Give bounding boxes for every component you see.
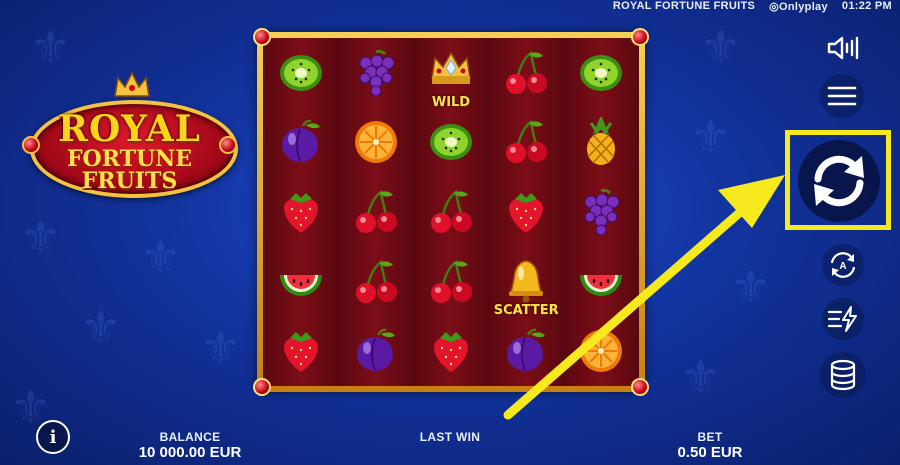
turbo-button[interactable] — [822, 298, 864, 340]
sound-button[interactable] — [822, 30, 862, 66]
info-icon: i — [49, 426, 57, 448]
pointer-arrow — [503, 175, 785, 420]
last-win-label: LAST WIN — [419, 430, 481, 444]
balance-value: 10 000.00 EUR — [138, 444, 242, 461]
bet-value: 0.50 EUR — [677, 444, 743, 461]
bet-button[interactable] — [820, 352, 866, 398]
balance-label: BALANCE — [159, 430, 221, 444]
autoplay-icon: A — [830, 252, 856, 278]
last-win-display: LAST WIN — [390, 430, 510, 445]
svg-text:A: A — [839, 261, 846, 272]
coin-stack-icon — [830, 359, 856, 391]
info-button[interactable]: i — [36, 420, 70, 454]
bet-label: BET — [697, 430, 723, 444]
balance-display: BALANCE 10 000.00 EUR — [110, 430, 270, 460]
menu-button[interactable] — [820, 74, 864, 118]
spin-button[interactable] — [795, 140, 883, 222]
turbo-lightning-icon — [827, 306, 857, 332]
autoplay-button[interactable]: A — [822, 244, 864, 286]
speaker-icon — [827, 36, 859, 60]
hamburger-menu-icon — [827, 86, 857, 106]
bet-display: BET 0.50 EUR — [660, 430, 760, 460]
spin-refresh-icon — [814, 155, 864, 207]
